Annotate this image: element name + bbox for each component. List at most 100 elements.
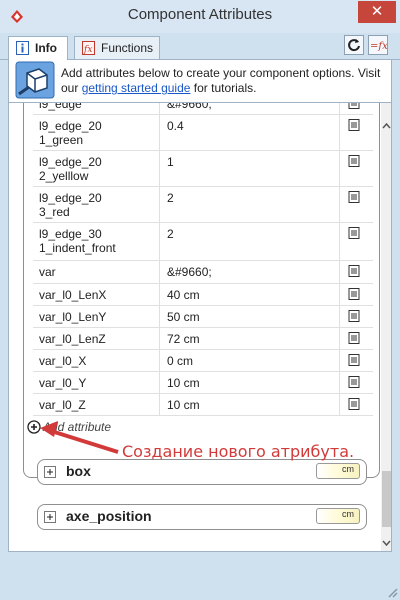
attribute-value[interactable]: 1 xyxy=(167,155,174,169)
table-row: l9_edge_20 2_yelllow 1 xyxy=(33,151,373,187)
toggle-formula-icon: =fx xyxy=(370,41,388,52)
attribute-value[interactable]: 50 cm xyxy=(167,310,200,324)
scroll-down-arrow-icon[interactable] xyxy=(381,536,392,550)
vertical-scrollbar[interactable] xyxy=(381,103,392,551)
column-divider xyxy=(159,187,160,222)
details-icon[interactable] xyxy=(348,332,360,344)
details-icon[interactable] xyxy=(348,102,360,109)
details-icon[interactable] xyxy=(348,191,360,203)
unit-badge: cm xyxy=(316,508,360,524)
attribute-value[interactable]: 0.4 xyxy=(167,119,184,133)
function-icon: fx xyxy=(82,41,95,55)
attribute-name: var_l0_Z xyxy=(39,398,86,412)
attribute-name: l9_edge_20 1_green xyxy=(39,119,102,147)
attribute-name: l9_edge_20 3_red xyxy=(39,191,102,219)
refresh-button[interactable] xyxy=(344,35,364,55)
details-icon[interactable] xyxy=(348,376,360,388)
attribute-value[interactable]: 2 xyxy=(167,191,174,205)
status-bar xyxy=(0,552,400,600)
banner-text-after: for tutorials. xyxy=(190,81,257,95)
unit-label: cm xyxy=(342,509,354,519)
info-banner: Add attributes below to create your comp… xyxy=(8,60,392,102)
column-divider xyxy=(159,350,160,371)
svg-text:=fx: =fx xyxy=(370,41,387,52)
table-row: var_l0_X 0 cm xyxy=(33,350,373,372)
add-circle-icon xyxy=(27,420,41,434)
column-divider xyxy=(159,306,160,327)
column-divider xyxy=(339,223,340,260)
close-button[interactable]: ✕ xyxy=(358,1,396,23)
banner-text: Add attributes below to create your comp… xyxy=(61,66,391,96)
attribute-name: var_l0_X xyxy=(39,354,87,368)
add-attribute-label: Add attribute xyxy=(43,420,112,434)
attribute-name: var_l0_Y xyxy=(39,376,87,390)
attribute-value[interactable]: &#9660; xyxy=(167,103,212,111)
attribute-value[interactable]: 10 cm xyxy=(167,376,200,390)
table-row: var_l0_LenX 40 cm xyxy=(33,284,373,306)
column-divider xyxy=(159,103,160,114)
attribute-value[interactable]: 2 xyxy=(167,227,174,241)
attribute-name: var_l0_LenY xyxy=(39,310,107,324)
tab-info[interactable]: Info xyxy=(8,36,68,60)
refresh-icon xyxy=(348,39,360,52)
attribute-name: l9_edge_30 1_indent_front xyxy=(39,227,116,255)
column-divider xyxy=(339,394,340,415)
table-row: var_l0_Z 10 cm xyxy=(33,394,373,416)
column-divider xyxy=(159,372,160,393)
details-icon[interactable] xyxy=(348,310,360,322)
attribute-name: l9_edge_20 2_yelllow xyxy=(39,155,102,183)
window-title: Component Attributes xyxy=(127,6,273,23)
details-icon[interactable] xyxy=(348,288,360,300)
table-row: var_l0_LenZ 72 cm xyxy=(33,328,373,350)
column-divider xyxy=(159,223,160,260)
column-divider xyxy=(159,394,160,415)
attribute-value[interactable]: 0 cm xyxy=(167,354,193,368)
details-icon[interactable] xyxy=(348,155,360,167)
section-title: axe_position xyxy=(66,508,152,524)
details-icon[interactable] xyxy=(348,398,360,410)
column-divider xyxy=(339,187,340,222)
column-divider xyxy=(159,151,160,186)
column-divider xyxy=(339,115,340,150)
attribute-name: var xyxy=(39,265,56,279)
tab-functions[interactable]: fx Functions xyxy=(74,36,160,59)
details-icon[interactable] xyxy=(348,227,360,239)
table-row: l9_edge &#9660; xyxy=(33,102,373,115)
scrollbar-thumb[interactable] xyxy=(382,471,391,527)
table-row: var_l0_LenY 50 cm xyxy=(33,306,373,328)
tab-functions-label: Functions xyxy=(101,41,154,55)
column-divider xyxy=(159,328,160,349)
details-icon[interactable] xyxy=(348,354,360,366)
info-icon xyxy=(16,41,29,55)
section-axe-position[interactable]: axe_position cm xyxy=(37,504,367,530)
table-row: l9_edge_20 1_green 0.4 xyxy=(33,115,373,151)
attribute-name: l9_edge xyxy=(39,102,82,111)
getting-started-link[interactable]: getting started guide xyxy=(82,81,191,95)
title-bar: Component Attributes ✕ xyxy=(0,0,400,33)
column-divider xyxy=(159,115,160,150)
tab-info-label: Info xyxy=(35,41,57,55)
table-row: var_l0_Y 10 cm xyxy=(33,372,373,394)
attribute-value[interactable]: 40 cm xyxy=(167,288,200,302)
toggle-formula-button[interactable]: =fx xyxy=(368,35,388,55)
table-row: l9_edge_30 1_indent_front 2 xyxy=(33,223,373,261)
column-divider xyxy=(339,372,340,393)
attribute-value[interactable]: 72 cm xyxy=(167,332,200,346)
resize-grip-icon[interactable] xyxy=(386,586,398,598)
column-divider xyxy=(159,284,160,305)
expand-plus-icon[interactable] xyxy=(44,511,56,523)
section-box[interactable]: box cm xyxy=(37,459,367,485)
scroll-up-arrow-icon[interactable] xyxy=(381,119,392,133)
column-divider xyxy=(339,350,340,371)
component-cube-icon xyxy=(15,61,55,99)
attribute-value[interactable]: &#9660; xyxy=(167,265,212,279)
details-icon[interactable] xyxy=(348,265,360,277)
details-icon[interactable] xyxy=(348,119,360,131)
attribute-name: var_l0_LenX xyxy=(39,288,107,302)
column-divider xyxy=(339,261,340,283)
column-divider xyxy=(339,103,340,114)
section-title: box xyxy=(66,463,91,479)
attribute-value[interactable]: 10 cm xyxy=(167,398,200,412)
table-row: l9_edge_20 3_red 2 xyxy=(33,187,373,223)
expand-plus-icon[interactable] xyxy=(44,466,56,478)
